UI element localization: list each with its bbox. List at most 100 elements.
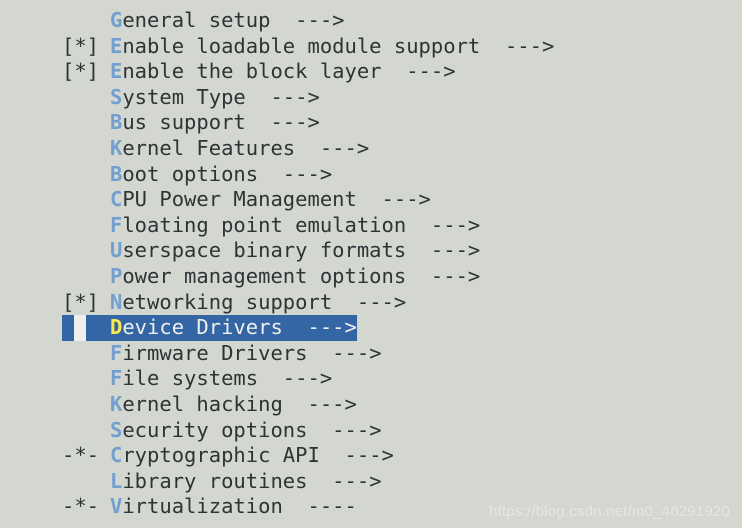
menu-item-label: evice Drivers xyxy=(122,315,283,340)
menu-item-floating-point-emulation[interactable]: Floating point emulation ---> xyxy=(0,213,742,239)
menu-item-spacer xyxy=(246,110,271,134)
menu-item-state-marker[interactable]: [*] xyxy=(62,59,110,85)
menu-item-spacer xyxy=(357,187,382,211)
menu-item-spacer xyxy=(382,59,407,83)
submenu-arrow-icon: ---> xyxy=(381,187,431,212)
menu-item-general-setup[interactable]: General setup ---> xyxy=(0,8,742,34)
menu-item-content: -*- Cryptographic API ---> xyxy=(62,443,394,469)
menu-item-content: File systems ---> xyxy=(62,366,332,392)
menu-item-bus-support[interactable]: Bus support ---> xyxy=(0,110,742,136)
menu-item-kernel-features[interactable]: Kernel Features ---> xyxy=(0,136,742,162)
menu-item-content: Kernel Features ---> xyxy=(62,136,369,162)
menu-item-hotkey: E xyxy=(110,59,123,84)
menu-item-content: Library routines ---> xyxy=(62,469,382,495)
menu-item-spacer xyxy=(307,418,332,442)
submenu-arrow-icon: ---> xyxy=(319,135,370,160)
menu-item-spacer xyxy=(258,366,283,390)
menuconfig-screen: General setup ---> [*] Enable loadable mod… xyxy=(0,0,742,528)
menu-item-label: irtualization xyxy=(122,494,283,519)
menu-item-content: -*- Virtualization ---- xyxy=(62,494,357,520)
menu-item-content: [*] Enable loadable module support ---> xyxy=(62,34,554,60)
menu-item-state-marker[interactable]: [*] xyxy=(62,290,110,316)
menu-item-hotkey: K xyxy=(110,391,123,416)
menu-item-file-systems[interactable]: File systems ---> xyxy=(0,366,742,392)
menu-item-hotkey: C xyxy=(110,443,123,468)
menu-item-state-marker[interactable]: -*- xyxy=(62,494,110,520)
menu-item-device-drivers[interactable]: Device Drivers ---> xyxy=(0,315,742,341)
submenu-arrow-icon: ---> xyxy=(430,212,481,237)
menu-item-label: nable the block layer xyxy=(122,59,382,84)
menu-item-label: us support xyxy=(122,110,246,135)
menu-item-spacer xyxy=(406,213,431,237)
menu-item-content: General setup ---> xyxy=(62,8,345,34)
menu-item-label: loating point emulation xyxy=(122,212,407,237)
menu-item-networking-support[interactable]: [*] Networking support ---> xyxy=(0,290,742,316)
menu-item-spacer xyxy=(307,341,332,365)
menu-item-library-routines[interactable]: Library routines ---> xyxy=(0,469,742,495)
menu-item-hotkey: N xyxy=(110,289,123,314)
menu-item-spacer xyxy=(283,494,308,518)
menu-item-label: nable loadable module support xyxy=(122,33,481,58)
watermark-text: https://blog.csdn.net/m0_46291920 xyxy=(489,503,730,520)
menu-item-label: ecurity options xyxy=(122,417,308,442)
menu-item-hotkey: P xyxy=(110,263,123,288)
menu-item-hotkey: B xyxy=(110,161,123,186)
menu-item-kernel-hacking[interactable]: Kernel hacking ---> xyxy=(0,392,742,418)
menu-item-label: eneral setup xyxy=(122,8,271,32)
menu-item-content: [*] Networking support ---> xyxy=(62,290,406,316)
menu-item-spacer xyxy=(320,443,345,467)
menu-item-content: Device Drivers ---> xyxy=(62,315,357,341)
menu-item-state-marker[interactable]: -*- xyxy=(62,443,110,469)
menu-item-security-options[interactable]: Security options ---> xyxy=(0,418,742,444)
menu-item-spacer xyxy=(307,469,332,493)
menu-item-label: ryptographic API xyxy=(122,443,320,468)
submenu-arrow-icon: ---> xyxy=(270,84,320,109)
menu-item-spacer xyxy=(332,290,357,314)
submenu-arrow-icon: ---> xyxy=(332,468,382,493)
menu-item-boot-options[interactable]: Boot options ---> xyxy=(0,162,742,188)
menu-item-state-marker[interactable]: [*] xyxy=(62,34,110,60)
menu-item-spacer xyxy=(406,264,431,288)
menu-item-content: Power management options ---> xyxy=(62,264,480,290)
submenu-arrow-icon: ---> xyxy=(270,110,320,135)
submenu-arrow-icon: ---> xyxy=(430,263,481,288)
submenu-arrow-icon: ---> xyxy=(406,59,456,84)
menu-list: General setup ---> [*] Enable loadable mod… xyxy=(0,8,742,520)
menu-item-label: irmware Drivers xyxy=(122,340,308,365)
menu-item-hotkey: B xyxy=(110,110,123,135)
menu-item-hotkey: S xyxy=(110,84,123,109)
menu-item-content: Floating point emulation ---> xyxy=(62,213,480,239)
menu-item-cpu-power-management[interactable]: CPU Power Management ---> xyxy=(0,187,742,213)
menu-item-label: serspace binary formats xyxy=(122,238,407,263)
menu-item-hotkey: K xyxy=(110,135,123,160)
menu-item-enable-the-block-layer[interactable]: [*] Enable the block layer ---> xyxy=(0,59,742,85)
submenu-arrow-icon: ---> xyxy=(430,238,481,263)
menu-item-hotkey: S xyxy=(110,417,123,442)
submenu-arrow-icon: ---> xyxy=(295,8,345,32)
menu-item-power-management-options[interactable]: Power management options ---> xyxy=(0,264,742,290)
menu-item-content: Userspace binary formats ---> xyxy=(62,238,480,264)
menu-item-cryptographic-api[interactable]: -*- Cryptographic API ---> xyxy=(0,443,742,469)
menu-item-content: Kernel hacking ---> xyxy=(62,392,357,418)
menu-item-content: Security options ---> xyxy=(62,418,382,444)
menu-item-spacer xyxy=(283,315,308,339)
menu-item-hotkey: F xyxy=(110,212,123,237)
menu-item-label: PU Power Management xyxy=(122,187,357,212)
submenu-arrow-icon: ---> xyxy=(282,161,333,186)
menu-item-firmware-drivers[interactable]: Firmware Drivers ---> xyxy=(0,341,742,367)
menu-item-label: etworking support xyxy=(122,289,333,314)
menu-item-label: ile systems xyxy=(122,366,259,391)
menu-item-enable-loadable-module-support[interactable]: [*] Enable loadable module support ---> xyxy=(0,34,742,60)
menu-item-system-type[interactable]: System Type ---> xyxy=(0,85,742,111)
submenu-arrow-icon: ---> xyxy=(344,443,394,468)
menu-item-userspace-binary-formats[interactable]: Userspace binary formats ---> xyxy=(0,238,742,264)
menu-item-content: CPU Power Management ---> xyxy=(62,187,431,213)
menu-item-hotkey: G xyxy=(110,8,123,32)
menu-item-hotkey: D xyxy=(110,315,123,340)
menu-item-content: Bus support ---> xyxy=(62,110,320,136)
submenu-arrow-icon: ---> xyxy=(356,289,407,314)
menu-item-hotkey: F xyxy=(110,340,123,365)
menu-item-hotkey: V xyxy=(110,494,123,519)
menu-item-hotkey: U xyxy=(110,238,123,263)
submenu-arrow-icon: ---> xyxy=(332,340,382,365)
